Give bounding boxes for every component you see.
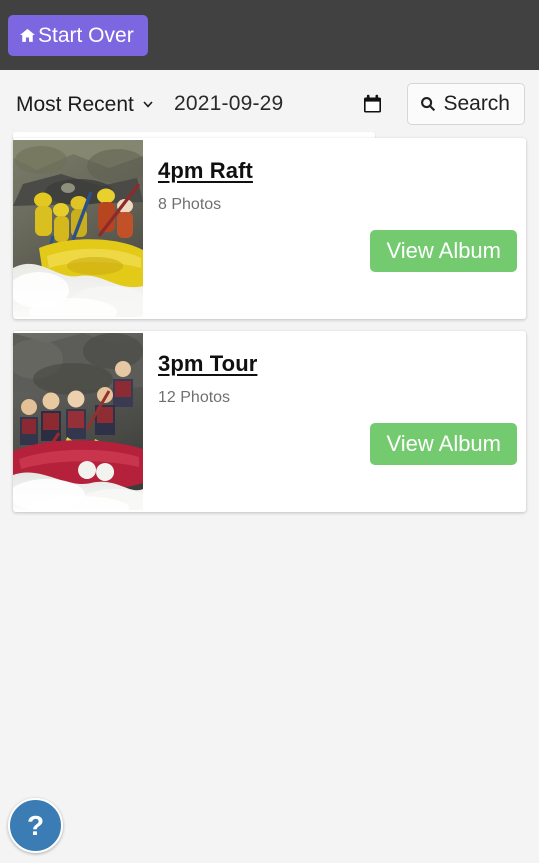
view-album-button[interactable]: View Album [370,229,517,272]
date-field-wrap[interactable]: 2021-09-29 [174,92,407,116]
help-button[interactable]: ? [8,798,63,853]
album-title-link[interactable]: 3pm Tour [158,351,257,377]
search-icon [420,96,436,112]
start-over-label: Start Over [38,23,134,47]
home-icon [19,27,36,44]
date-input[interactable]: 2021-09-29 [174,92,283,116]
album-photo-count: 12 Photos [158,389,231,406]
sort-select[interactable]: Most Recent [16,88,160,120]
start-over-button[interactable]: Start Over [8,14,148,56]
question-mark-icon: ? [26,809,45,841]
album-card[interactable]: 4pm Raft 8 Photos View Album [13,138,526,319]
filter-bar: Most Recent 2021-09-29 Search [0,70,539,138]
album-card[interactable]: 3pm Tour 12 Photos View Album [13,331,526,512]
search-button[interactable]: Search [407,83,525,125]
album-title-link[interactable]: 4pm Raft [158,158,253,184]
album-list: 4pm Raft 8 Photos View Album 3pm Tour 12… [0,132,539,512]
sort-dropdown-wrap[interactable]: Most Recent [16,88,160,120]
album-card-body: 3pm Tour 12 Photos View Album [143,331,526,512]
app-header: Start Over [0,0,539,70]
album-photo-count: 8 Photos [158,196,222,213]
album-card-body: 4pm Raft 8 Photos View Album [143,138,526,319]
album-thumbnail[interactable] [13,333,143,510]
search-button-label: Search [443,92,510,115]
calendar-icon[interactable] [363,94,382,114]
view-album-button[interactable]: View Album [370,422,517,465]
album-thumbnail[interactable] [13,140,143,317]
